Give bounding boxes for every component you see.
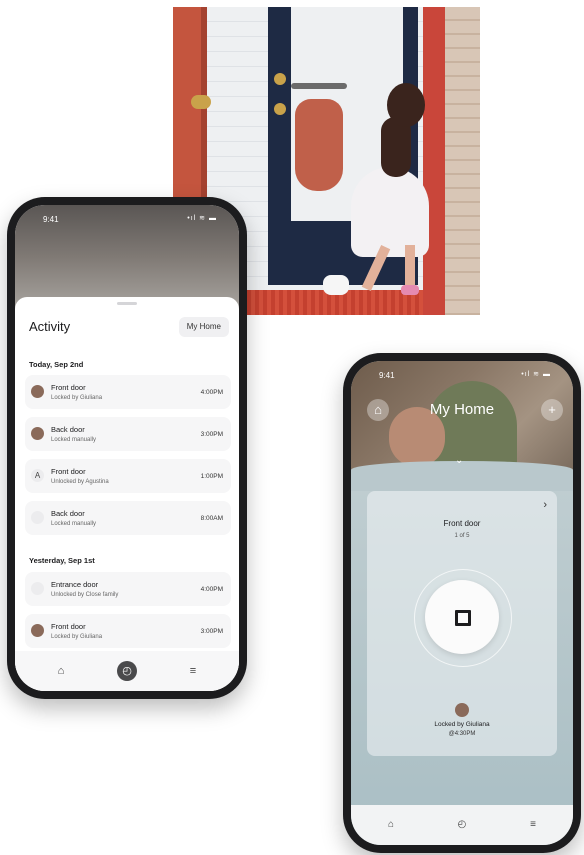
photo-lock-top	[274, 73, 286, 85]
status-time: 9:41	[43, 215, 59, 224]
activity-row[interactable]: Back door Locked manually 8:00AM	[25, 501, 231, 535]
photo-sock	[401, 285, 419, 295]
activity-row[interactable]: Front door Locked by Giuliana 4:00PM	[25, 375, 231, 409]
settings-icon[interactable]: ≡	[183, 661, 203, 681]
lock-toggle-button[interactable]	[425, 580, 499, 654]
locked-by-text: Locked by Giuliana	[434, 721, 490, 728]
photo-frame-right	[423, 7, 445, 315]
avatar	[31, 385, 44, 398]
event-time: 4:00PM	[200, 586, 223, 593]
event-detail: Locked by Giuliana	[51, 395, 103, 401]
activity-row[interactable]: Entrance door Unlocked by Close family 4…	[25, 572, 231, 606]
event-detail: Locked manually	[51, 437, 97, 443]
tab-bar: ⌂ ◴ ≡	[351, 805, 573, 845]
lock-icon	[455, 610, 471, 626]
activity-sheet: Activity My Home Today, Sep 2nd Front do…	[15, 297, 239, 691]
activity-row[interactable]: Back door Locked manually 3:00PM	[25, 417, 231, 451]
phone-activity: 9:41 •ıl ≋ ▬ Activity My Home Today, Sep…	[7, 197, 247, 699]
page-title: Activity	[29, 319, 71, 334]
door-name: Back door	[51, 509, 85, 518]
event-time: 3:00PM	[200, 628, 223, 635]
status-bar: 9:41 •ıl ≋ ▬	[351, 361, 573, 381]
page-title: My Home	[429, 401, 495, 418]
status-time: 9:41	[379, 371, 395, 380]
phone-home: 9:41 •ıl ≋ ▬ ⌂ My Home + ⌄ › Front door …	[343, 353, 581, 853]
chevron-down-icon[interactable]: ⌄	[455, 455, 463, 466]
status-bar: 9:41 •ıl ≋ ▬	[15, 205, 239, 225]
photo-lock-bottom	[274, 103, 286, 115]
status-icons: •ıl ≋ ▬	[521, 371, 551, 378]
plus-icon[interactable]: +	[541, 399, 563, 421]
home-screen: 9:41 •ıl ≋ ▬ ⌂ My Home + ⌄ › Front door …	[351, 361, 573, 845]
event-time: 1:00PM	[200, 473, 223, 480]
manual-lock-icon	[31, 511, 44, 524]
history-icon[interactable]: ◴	[117, 661, 137, 681]
group-icon	[31, 582, 44, 595]
date-header: Today, Sep 2nd	[29, 360, 84, 369]
door-name: Front door	[51, 467, 86, 476]
door-count: 1 of 5	[454, 533, 470, 539]
tab-bar: ⌂ ◴ ≡	[15, 651, 239, 691]
avatar	[31, 427, 44, 440]
photo-door-knob	[191, 95, 211, 109]
sheet-grabber[interactable]	[117, 302, 137, 305]
avatar	[455, 703, 469, 717]
door-name: Back door	[51, 425, 85, 434]
door-name: Entrance door	[51, 580, 99, 589]
photo-shoe	[323, 275, 349, 295]
avatar-initial: A	[31, 469, 44, 482]
chevron-right-icon[interactable]: ›	[543, 499, 547, 511]
activity-row[interactable]: A Front door Unlocked by Agustina 1:00PM	[25, 459, 231, 493]
home-icon[interactable]: ⌂	[51, 661, 71, 681]
status-icons: •ıl ≋ ▬	[187, 215, 217, 222]
photo-brick-wall	[445, 7, 480, 315]
activity-screen: 9:41 •ıl ≋ ▬ Activity My Home Today, Sep…	[15, 205, 239, 691]
photo-hook-rail	[291, 83, 347, 89]
event-detail: Locked manually	[51, 521, 97, 527]
home-selector-button[interactable]: My Home	[178, 317, 229, 337]
event-time: 4:00PM	[200, 389, 223, 396]
event-detail: Unlocked by Close family	[51, 592, 119, 598]
home-icon[interactable]: ⌂	[381, 815, 401, 835]
event-time: 3:00PM	[200, 431, 223, 438]
avatar	[31, 624, 44, 637]
photo-bag	[295, 99, 343, 191]
photo-girl-head	[387, 83, 425, 127]
date-header: Yesterday, Sep 1st	[29, 556, 95, 565]
settings-icon[interactable]: ≡	[523, 815, 543, 835]
lock-card: › Front door 1 of 5 Locked by Giuliana @…	[367, 491, 557, 756]
activity-row[interactable]: Front door Locked by Giuliana 3:00PM	[25, 614, 231, 648]
photo-girl-leg	[405, 245, 415, 289]
event-detail: Locked by Giuliana	[51, 634, 103, 640]
history-icon[interactable]: ◴	[452, 815, 472, 835]
event-detail: Unlocked by Agustina	[51, 479, 109, 485]
locked-time-text: @4:30PM	[448, 731, 476, 737]
door-name: Front door	[51, 622, 86, 631]
door-name: Front door	[443, 519, 481, 528]
event-time: 8:00AM	[200, 515, 223, 522]
door-name: Front door	[51, 383, 86, 392]
photo-girl-dress	[351, 167, 429, 257]
